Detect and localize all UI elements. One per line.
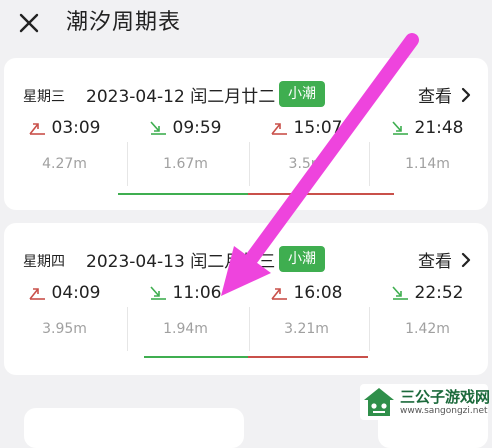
high-tide-icon bbox=[270, 123, 287, 135]
tide-time: 03:09 bbox=[51, 118, 101, 138]
tide-time: 16:08 bbox=[293, 283, 343, 303]
tide-trend-bar-high bbox=[248, 193, 394, 195]
tide-item: 04:09 3.95m bbox=[4, 283, 125, 345]
view-button[interactable]: 查看 bbox=[418, 82, 472, 107]
tide-time: 15:07 bbox=[293, 118, 343, 138]
tide-item: 03:09 4.27m bbox=[4, 118, 125, 180]
low-tide-icon bbox=[391, 286, 408, 300]
tide-day-card: 星期四 2023-04-13 闰二月廿三 小潮 查看 04:09 3.95m 1… bbox=[4, 223, 488, 375]
close-icon[interactable] bbox=[14, 8, 44, 38]
watermark-title: 三公子游戏网 bbox=[400, 388, 491, 406]
tide-item: 15:07 3.5m bbox=[246, 118, 367, 180]
view-button-label: 查看 bbox=[418, 87, 452, 107]
top-bar: 潮汐周期表 bbox=[0, 0, 492, 50]
weekday-label: 星期三 bbox=[23, 89, 65, 105]
weekday-label: 星期四 bbox=[23, 254, 65, 270]
tide-trend-bar-high bbox=[248, 356, 368, 358]
tide-height: 1.42m bbox=[405, 321, 450, 337]
view-button-label: 查看 bbox=[418, 252, 452, 272]
high-tide-icon bbox=[28, 288, 45, 300]
chevron-right-icon bbox=[461, 252, 471, 267]
site-watermark: 三公子游戏网 www.sangongzi.net bbox=[360, 384, 491, 420]
chevron-right-icon bbox=[461, 87, 471, 102]
tide-item: 21:48 1.14m bbox=[367, 118, 488, 180]
tide-time: 21:48 bbox=[414, 118, 464, 138]
tide-item: 22:52 1.42m bbox=[367, 283, 488, 345]
tide-item: 16:08 3.21m bbox=[246, 283, 367, 345]
high-tide-icon bbox=[28, 123, 45, 135]
watermark-logo-icon bbox=[364, 388, 394, 416]
date-label: 2023-04-12 闰二月廿二 bbox=[86, 87, 276, 107]
tide-trend-bar-low bbox=[118, 193, 248, 195]
tide-time: 04:09 bbox=[51, 283, 101, 303]
tide-time: 09:59 bbox=[172, 118, 222, 138]
tide-height: 3.5m bbox=[288, 156, 325, 172]
tide-height: 1.14m bbox=[405, 156, 450, 172]
tide-trend-bar-low bbox=[144, 356, 248, 358]
tide-time: 11:06 bbox=[172, 283, 222, 303]
tide-level-badge: 小潮 bbox=[279, 81, 325, 107]
low-tide-icon bbox=[149, 121, 166, 135]
watermark-url: www.sangongzi.net bbox=[400, 406, 488, 416]
tide-list: 03:09 4.27m 09:59 1.67m 15:07 3.5m 21:48… bbox=[4, 118, 488, 186]
high-tide-icon bbox=[270, 288, 287, 300]
tide-height: 4.27m bbox=[42, 156, 87, 172]
page-title: 潮汐周期表 bbox=[66, 10, 182, 35]
card-header: 星期三 2023-04-12 闰二月廿二 小潮 查看 bbox=[4, 80, 488, 110]
low-tide-icon bbox=[149, 286, 166, 300]
view-button[interactable]: 查看 bbox=[418, 247, 472, 272]
tide-height: 1.67m bbox=[163, 156, 208, 172]
tide-list: 04:09 3.95m 11:06 1.94m 16:08 3.21m 22:5… bbox=[4, 283, 488, 351]
card-header: 星期四 2023-04-13 闰二月廿三 小潮 查看 bbox=[4, 245, 488, 275]
tide-level-badge: 小潮 bbox=[279, 246, 325, 272]
tide-height: 1.94m bbox=[163, 321, 208, 337]
tide-height: 3.21m bbox=[284, 321, 329, 337]
tide-item: 11:06 1.94m bbox=[125, 283, 246, 345]
tide-time: 22:52 bbox=[414, 283, 464, 303]
tide-height: 3.95m bbox=[42, 321, 87, 337]
tide-day-card-partial bbox=[24, 408, 244, 448]
low-tide-icon bbox=[391, 121, 408, 135]
tide-item: 09:59 1.67m bbox=[125, 118, 246, 180]
date-label: 2023-04-13 闰二月廿三 bbox=[86, 252, 276, 272]
tide-day-card: 星期三 2023-04-12 闰二月廿二 小潮 查看 03:09 4.27m 0… bbox=[4, 58, 488, 210]
